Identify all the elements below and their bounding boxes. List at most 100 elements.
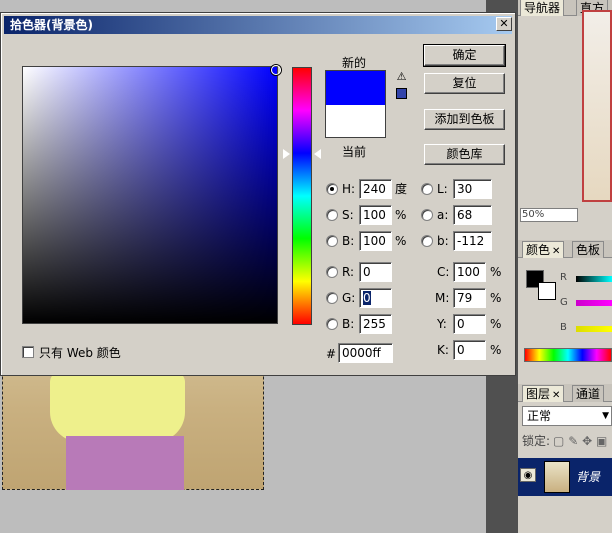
field-g[interactable]: 0	[359, 288, 392, 308]
color-spectrum-bar[interactable]	[524, 348, 612, 362]
add-to-swatches-button[interactable]: 添加到色板	[424, 109, 505, 130]
label-l: L:	[437, 182, 448, 196]
right-panels: 导航器 直方 50% 颜色 ✕ 色板 R G B 图层 ✕ 通道 正常 ▼ 锁定: ▢ …	[518, 0, 612, 533]
tab-channels[interactable]: 通道	[572, 385, 605, 402]
radio-a[interactable]	[421, 209, 433, 221]
radio-s[interactable]	[326, 209, 338, 221]
tab-color-label: 颜色	[526, 243, 551, 257]
tab-color[interactable]: 颜色 ✕	[522, 241, 565, 258]
slider-label-g: G	[560, 297, 568, 308]
radio-b2[interactable]	[326, 318, 338, 330]
slider-label-b: B	[560, 322, 567, 333]
navigator-thumbnail[interactable]	[582, 10, 612, 202]
tab-swatches[interactable]: 色板	[572, 241, 605, 258]
field-a[interactable]: 68	[453, 205, 492, 225]
new-color-swatch	[326, 71, 385, 105]
dialog-title[interactable]: 拾色器(背景色)	[4, 16, 512, 34]
field-c[interactable]: 100	[453, 262, 486, 282]
layers-tabbar: 图层 ✕ 通道	[518, 384, 612, 402]
field-lab-b[interactable]: -112	[453, 231, 492, 251]
tab-layers[interactable]: 图层 ✕	[522, 385, 565, 402]
layer-thumbnail	[544, 461, 570, 493]
label-hex: #	[326, 347, 337, 361]
label-c: C:	[437, 265, 450, 279]
current-color-label: 当前	[342, 145, 367, 159]
label-s: S:	[342, 208, 354, 222]
label-m: M:	[435, 291, 450, 305]
color-picker-dialog: 拾色器(背景色) ✕ 新的 当前 ⚠ 确定 复位 添加到色板 颜色库 H: 24…	[0, 12, 516, 376]
label-k: K:	[437, 343, 449, 357]
label-g: G:	[342, 291, 356, 305]
blend-mode-select[interactable]: 正常 ▼	[522, 406, 612, 426]
color-slider-g[interactable]	[576, 300, 612, 306]
unit-y: %	[490, 317, 502, 331]
unit-c: %	[490, 265, 502, 279]
websafe-color-swatch[interactable]	[396, 88, 407, 99]
close-icon[interactable]: ✕	[552, 246, 560, 257]
radio-r[interactable]	[326, 266, 338, 278]
web-colors-only-checkbox[interactable]	[22, 346, 34, 358]
color-compare-swatch	[325, 70, 386, 138]
field-r[interactable]: 0	[359, 262, 392, 282]
eye-icon[interactable]: ◉	[520, 468, 536, 482]
hue-slider[interactable]	[292, 67, 312, 325]
hue-slider-arrow-left[interactable]	[283, 149, 290, 159]
color-libraries-button[interactable]: 颜色库	[424, 144, 505, 165]
radio-h[interactable]	[326, 183, 338, 195]
close-icon[interactable]: ✕	[552, 390, 560, 401]
unit-b: %	[395, 234, 407, 248]
field-b[interactable]: 100	[359, 231, 392, 251]
lock-row: 锁定: ▢ ✎ ✥ ▣	[522, 432, 612, 450]
photo-shorts-region	[66, 436, 184, 490]
chevron-down-icon: ▼	[602, 411, 609, 421]
navigator-zoom-field[interactable]: 50%	[520, 208, 578, 222]
field-m[interactable]: 79	[453, 288, 486, 308]
field-s[interactable]: 100	[359, 205, 392, 225]
unit-k: %	[490, 343, 502, 357]
label-lab-b: b:	[437, 234, 449, 248]
field-b2[interactable]: 255	[359, 314, 392, 334]
unit-m: %	[490, 291, 502, 305]
field-k[interactable]: 0	[453, 340, 486, 360]
field-h[interactable]: 240	[359, 179, 392, 199]
web-colors-only-label: 只有 Web 颜色	[39, 346, 121, 360]
radio-lab-b[interactable]	[421, 235, 433, 247]
radio-g[interactable]	[326, 292, 338, 304]
current-color-swatch[interactable]	[326, 105, 385, 137]
ok-button[interactable]: 确定	[423, 44, 506, 67]
layer-row-background[interactable]: ◉ 背景	[518, 458, 612, 496]
radio-b[interactable]	[326, 235, 338, 247]
label-b: B:	[342, 234, 355, 248]
color-slider-b[interactable]	[576, 326, 612, 332]
blend-mode-value: 正常	[527, 409, 552, 423]
color-field[interactable]	[22, 66, 278, 324]
tab-navigator[interactable]: 导航器	[520, 0, 565, 16]
close-button[interactable]: ✕	[496, 17, 512, 31]
reset-button[interactable]: 复位	[424, 73, 505, 94]
label-y: Y:	[437, 317, 447, 331]
lock-label: 锁定:	[522, 434, 551, 448]
field-l[interactable]: 30	[453, 179, 492, 199]
label-r: R:	[342, 265, 355, 279]
field-y[interactable]: 0	[453, 314, 486, 334]
lock-icons[interactable]: ▢ ✎ ✥ ▣	[553, 434, 607, 448]
color-slider-r[interactable]	[576, 276, 612, 282]
radio-l[interactable]	[421, 183, 433, 195]
field-hex[interactable]: 0000ff	[338, 343, 393, 363]
field-g-selected-text: 0	[363, 291, 371, 305]
photo-shirt-region	[50, 372, 185, 442]
hue-slider-arrow-right[interactable]	[314, 149, 321, 159]
layer-name: 背景	[576, 470, 601, 484]
unit-s: %	[395, 208, 407, 222]
label-b2: B:	[342, 317, 355, 331]
new-color-label: 新的	[342, 56, 367, 70]
background-color-swatch[interactable]	[538, 282, 556, 300]
tab-layers-label: 图层	[526, 387, 551, 401]
color-field-marker[interactable]	[271, 65, 281, 75]
color-tabbar: 颜色 ✕ 色板	[518, 240, 612, 258]
slider-label-r: R	[560, 272, 567, 283]
label-h: H:	[342, 182, 356, 196]
unit-h: 度	[395, 182, 408, 196]
gamut-warning-icon[interactable]: ⚠	[395, 71, 408, 83]
label-a: a:	[437, 208, 449, 222]
